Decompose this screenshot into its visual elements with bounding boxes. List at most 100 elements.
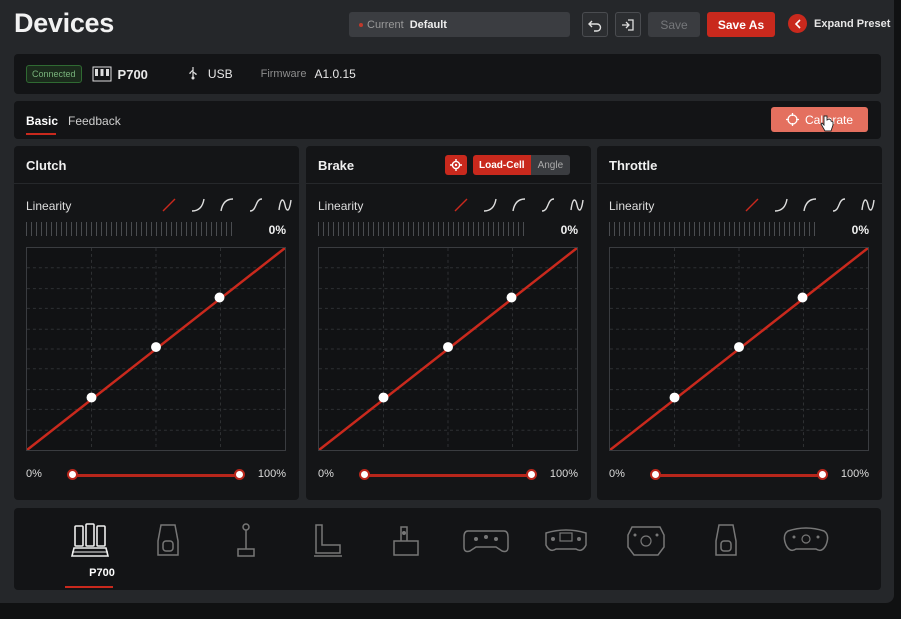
throttle-panel: Throttle Linearity 0% 0% 100% xyxy=(597,146,882,500)
undo-button[interactable] xyxy=(582,12,608,37)
tab-basic[interactable]: Basic xyxy=(26,114,58,128)
pedals-icon[interactable] xyxy=(64,518,116,562)
range-max-label: 100% xyxy=(257,468,286,480)
clutch-panel: Clutch Linearity 0% 0% 100% xyxy=(14,146,299,500)
status-badge: Connected xyxy=(26,65,82,83)
current-value: 0% xyxy=(851,223,869,237)
pedals-icon xyxy=(92,66,112,82)
expand-preset-label: Expand Preset xyxy=(814,17,891,30)
logarithmic-icon[interactable] xyxy=(212,196,241,214)
linear-icon[interactable] xyxy=(446,196,475,214)
expand-preset-button[interactable]: Expand Preset xyxy=(788,14,890,33)
selected-device-indicator xyxy=(65,586,113,588)
gear-icon xyxy=(450,159,462,171)
s-curve-icon[interactable] xyxy=(824,196,853,214)
exponential-icon[interactable] xyxy=(183,196,212,214)
tab-bar: Basic Feedback xyxy=(14,101,881,139)
curve-presets xyxy=(737,196,882,214)
firmware-label: Firmware xyxy=(260,68,307,80)
connection-type: USB xyxy=(207,67,233,81)
wave-curve-icon[interactable] xyxy=(853,196,882,214)
firmware-version: A1.0.15 xyxy=(314,67,356,81)
s-curve-icon[interactable] xyxy=(241,196,270,214)
linear-icon[interactable] xyxy=(737,196,766,214)
chevron-left-icon xyxy=(788,14,807,33)
seat-icon[interactable] xyxy=(301,518,353,562)
brake-panel: Brake Load-Cell Angle Linearity 0% 0% 10… xyxy=(306,146,591,500)
value-meter xyxy=(609,222,815,236)
usb-icon xyxy=(188,66,198,83)
range-min-label: 0% xyxy=(609,468,625,480)
curve-presets xyxy=(446,196,591,214)
current-value: 0% xyxy=(560,223,578,237)
deadzone-min-handle[interactable] xyxy=(359,469,370,480)
preset-value: Default xyxy=(409,18,447,31)
panel-title: Throttle xyxy=(609,158,658,173)
wave-curve-icon[interactable] xyxy=(270,196,299,214)
panel-title: Brake xyxy=(318,158,355,173)
deadzone-max-handle[interactable] xyxy=(526,469,537,480)
value-meter xyxy=(26,222,232,236)
hand-cursor-icon xyxy=(820,115,834,132)
wave-curve-icon[interactable] xyxy=(562,196,591,214)
curve-presets xyxy=(154,196,299,214)
divider xyxy=(597,183,882,184)
logarithmic-icon[interactable] xyxy=(795,196,824,214)
crosshair-icon xyxy=(785,113,799,126)
linear-icon[interactable] xyxy=(154,196,183,214)
linearity-label: Linearity xyxy=(318,199,364,213)
mode-load-cell[interactable]: Load-Cell xyxy=(473,155,531,175)
import-button[interactable] xyxy=(615,12,641,37)
response-curve-graph[interactable] xyxy=(318,247,578,451)
linearity-label: Linearity xyxy=(26,199,72,213)
range-min-label: 0% xyxy=(26,468,42,480)
linearity-label: Linearity xyxy=(609,199,655,213)
formula-wheel-icon[interactable] xyxy=(540,518,592,562)
selected-device-label: P700 xyxy=(89,567,115,579)
tab-feedback[interactable]: Feedback xyxy=(68,114,121,128)
mode-angle[interactable]: Angle xyxy=(530,155,571,175)
device-info-bar: Connected P700 USB Firmware A1.0.15 xyxy=(14,54,881,94)
preset-selector[interactable]: Current Default xyxy=(349,12,570,37)
brake-mode-toggle: Load-Cell Angle xyxy=(473,155,571,175)
preset-label: Current xyxy=(367,18,404,31)
deadzone-slider-track[interactable] xyxy=(72,474,239,477)
divider xyxy=(14,183,299,184)
deadzone-max-handle[interactable] xyxy=(817,469,828,480)
active-tab-indicator xyxy=(26,133,56,135)
range-max-label: 100% xyxy=(840,468,869,480)
square-wheel-icon[interactable] xyxy=(620,518,672,562)
response-curve-graph[interactable] xyxy=(26,247,286,451)
current-value: 0% xyxy=(268,223,286,237)
undo-icon xyxy=(588,20,602,32)
divider xyxy=(306,183,591,184)
range-max-label: 100% xyxy=(549,468,578,480)
import-icon xyxy=(622,18,634,31)
range-min-label: 0% xyxy=(318,468,334,480)
brake-settings-button[interactable] xyxy=(445,155,467,175)
preset-dot-icon xyxy=(359,22,363,27)
panel-title: Clutch xyxy=(26,158,67,173)
handbrake-alt-icon[interactable] xyxy=(700,518,752,562)
exponential-icon[interactable] xyxy=(766,196,795,214)
deadzone-min-handle[interactable] xyxy=(650,469,661,480)
shifter-icon[interactable] xyxy=(220,518,272,562)
deadzone-slider-track[interactable] xyxy=(364,474,531,477)
exponential-icon[interactable] xyxy=(475,196,504,214)
devices-window: Devices Current Default Save Save As Exp… xyxy=(0,0,894,603)
response-curve-graph[interactable] xyxy=(609,247,869,451)
rig-icon[interactable] xyxy=(380,518,432,562)
save-button[interactable]: Save xyxy=(648,12,700,37)
value-meter xyxy=(318,222,524,236)
gamepad-wheel-icon[interactable] xyxy=(460,518,512,562)
s-curve-icon[interactable] xyxy=(533,196,562,214)
gt-wheel-icon[interactable] xyxy=(780,518,832,562)
deadzone-min-handle[interactable] xyxy=(67,469,78,480)
save-as-button[interactable]: Save As xyxy=(707,12,775,37)
deadzone-max-handle[interactable] xyxy=(234,469,245,480)
logarithmic-icon[interactable] xyxy=(504,196,533,214)
device-dock: P700 xyxy=(14,508,881,590)
handbrake-icon[interactable] xyxy=(142,518,194,562)
page-title: Devices xyxy=(14,8,114,38)
deadzone-slider-track[interactable] xyxy=(655,474,822,477)
